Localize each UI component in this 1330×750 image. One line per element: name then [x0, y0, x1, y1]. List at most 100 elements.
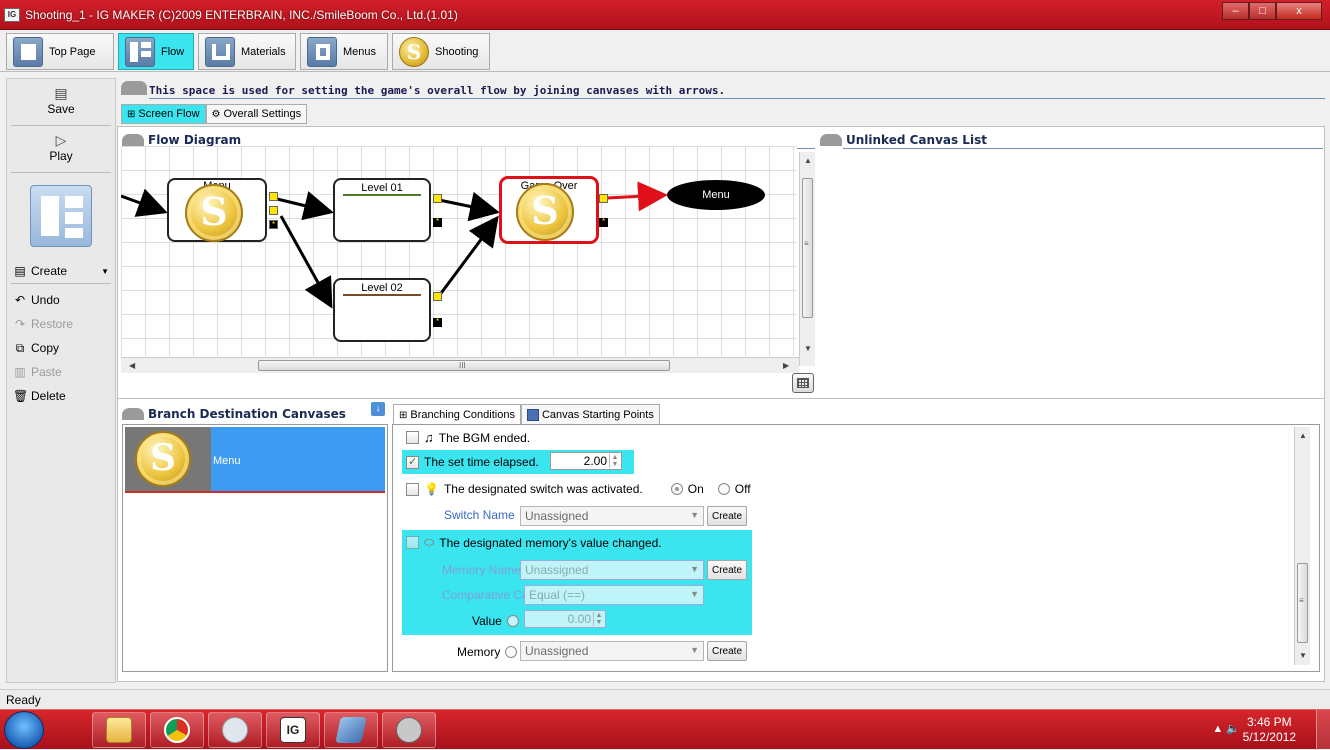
flow-hscroll-thumb[interactable]: III	[258, 360, 670, 371]
taskbar: IG ▲ 🔈 3:46 PM 5/12/2012	[0, 709, 1330, 750]
branch-item-label: Menu	[213, 455, 241, 467]
save-button[interactable]: ▤ Save	[7, 79, 115, 125]
switch-create-button[interactable]: Create	[707, 506, 748, 526]
time-elapsed-input[interactable]: 2.00 ▲ ▼	[550, 452, 622, 470]
unlinked-canvas-list[interactable]	[820, 152, 1320, 392]
condition-switch-activated[interactable]: 💡 The designated switch was activated. O…	[406, 482, 751, 496]
flow-node-level01[interactable]: Level 01	[333, 178, 431, 242]
tab-materials[interactable]: Materials	[198, 33, 296, 70]
spinner-arrows-icon[interactable]: ▲ ▼	[593, 612, 604, 626]
conditions-scroll-thumb[interactable]: ≡	[1297, 563, 1308, 643]
any-condition-port[interactable]: *	[599, 218, 608, 227]
clock-date: 5/12/2012	[1242, 730, 1296, 744]
taskbar-explorer[interactable]	[92, 712, 146, 748]
spinner-arrows-icon[interactable]: ▲ ▼	[609, 454, 620, 468]
restore-button[interactable]: ↷ Restore	[7, 312, 115, 336]
taskbar-igmaker[interactable]: IG	[266, 712, 320, 748]
flow-node-gameover[interactable]: Game Over S	[499, 176, 599, 244]
tab-flow[interactable]: Flow	[118, 33, 194, 70]
switch-off-radio[interactable]	[717, 483, 730, 495]
minimize-button[interactable]: –	[1222, 2, 1249, 20]
tab-menus[interactable]: Menus	[300, 33, 388, 70]
play-button[interactable]: ▷ Play	[7, 126, 115, 172]
flow-horizontal-scrollbar[interactable]: ◀ III ▶	[121, 357, 799, 373]
branch-item-menu[interactable]: S Menu	[125, 427, 385, 493]
flow-node-level02[interactable]: Level 02	[333, 278, 431, 342]
flow-vertical-scrollbar[interactable]: ▲ ≡ ▼	[799, 152, 815, 366]
connector-port[interactable]	[599, 194, 608, 203]
menus-icon	[307, 36, 337, 67]
tab-top-page[interactable]: Top Page	[6, 33, 114, 70]
scroll-up-icon: ▲	[1299, 431, 1307, 440]
memory-name-select[interactable]: Unassigned ▼	[520, 560, 704, 580]
tray-icons[interactable]: ▲ 🔈	[1212, 722, 1240, 735]
delete-button[interactable]: 🗑 Delete	[7, 384, 115, 408]
chevron-down-icon: ▼	[690, 645, 699, 655]
memory-select[interactable]: Unassigned ▼	[520, 641, 704, 661]
time-elapsed-checkbox[interactable]	[406, 455, 419, 469]
connector-port[interactable]	[433, 292, 442, 301]
status-bar: Ready	[0, 689, 1330, 709]
clock[interactable]: 3:46 PM 5/12/2012	[1243, 715, 1296, 745]
memory-changed-checkbox[interactable]	[406, 536, 419, 549]
connector-port[interactable]	[433, 194, 442, 203]
copy-button[interactable]: ⧉ Copy	[7, 336, 115, 360]
tab-branching-label: Branching Conditions	[410, 409, 515, 421]
tab-shooting[interactable]: S Shooting	[392, 33, 490, 70]
taskbar-app[interactable]	[324, 712, 378, 748]
memory-radio[interactable]	[505, 646, 518, 658]
flow-description: This space is used for setting the game'…	[149, 84, 726, 97]
any-condition-port[interactable]: *	[433, 318, 442, 327]
igmaker-icon: IG	[280, 717, 306, 743]
switch-activated-checkbox[interactable]	[406, 482, 419, 496]
condition-bgm-ended[interactable]: ♫ The BGM ended.	[406, 430, 530, 445]
top-tab-bar: Top Page Flow Materials Menus S Shooting	[0, 31, 1330, 72]
grid-toggle-button[interactable]	[792, 373, 814, 393]
show-desktop-button[interactable]	[1316, 710, 1330, 750]
value-input[interactable]: 0.00 ▲ ▼	[524, 610, 606, 628]
unlinked-canvas-header: Unlinked Canvas List	[820, 132, 987, 148]
comparative-condition-select[interactable]: Equal (==) ▼	[524, 585, 704, 605]
home-icon	[13, 36, 43, 67]
close-button[interactable]: x	[1276, 2, 1322, 20]
any-condition-port[interactable]: *	[433, 218, 442, 227]
condition-memory-changed[interactable]: ⬭ The designated memory's value changed.	[406, 535, 662, 550]
flow-diagram-canvas[interactable]: Menu S * Level 01 * Level 02 * Game Over…	[121, 146, 797, 356]
tab-screen-flow-label: Screen Flow	[138, 108, 200, 120]
flow-node-menu[interactable]: Menu S	[167, 178, 267, 242]
tab-branching-conditions[interactable]: ⊞ Branching Conditions	[393, 404, 521, 425]
value-radio[interactable]	[506, 615, 519, 627]
copy-label: Copy	[31, 341, 60, 355]
time-elapsed-label: The set time elapsed.	[424, 455, 539, 469]
scroll-up-icon: ▲	[804, 156, 812, 165]
connector-port[interactable]	[269, 192, 278, 201]
save-label: Save	[47, 102, 75, 116]
memory-create-button[interactable]: Create	[707, 560, 748, 580]
bgm-ended-checkbox[interactable]	[406, 431, 419, 444]
music-note-icon: ♫	[424, 430, 434, 445]
start-button[interactable]	[4, 711, 44, 749]
condition-time-elapsed[interactable]: The set time elapsed.	[406, 455, 539, 469]
maximize-button[interactable]: □	[1249, 2, 1276, 20]
section-pill-icon	[121, 80, 147, 95]
shooting-coin-icon: S	[185, 184, 243, 242]
tab-screen-flow[interactable]: ⊞ Screen Flow	[121, 104, 206, 124]
switch-on-radio[interactable]	[670, 483, 683, 495]
memory-row-create-button[interactable]: Create	[707, 641, 748, 661]
create-button[interactable]: ▤ Create ▼	[7, 259, 115, 283]
switch-name-select[interactable]: Unassigned ▼	[520, 506, 704, 526]
conditions-scrollbar[interactable]: ▲ ≡ ▼	[1294, 427, 1310, 665]
flow-vscroll-thumb[interactable]: ≡	[802, 178, 813, 318]
paste-button[interactable]: ▥ Paste	[7, 360, 115, 384]
taskbar-app-2[interactable]	[382, 712, 436, 748]
download-arrow-icon[interactable]: ↓	[371, 402, 385, 416]
tab-canvas-starting-points[interactable]: Canvas Starting Points	[520, 404, 660, 425]
any-condition-port[interactable]: *	[269, 220, 278, 229]
taskbar-network[interactable]	[208, 712, 262, 748]
flow-link-menu[interactable]: Menu	[667, 180, 765, 210]
tab-overall-settings[interactable]: ⚙ Overall Settings	[205, 104, 308, 124]
connector-port[interactable]	[269, 206, 278, 215]
taskbar-chrome[interactable]	[150, 712, 204, 748]
undo-label: Undo	[31, 293, 60, 307]
undo-button[interactable]: ↶ Undo	[7, 288, 115, 312]
